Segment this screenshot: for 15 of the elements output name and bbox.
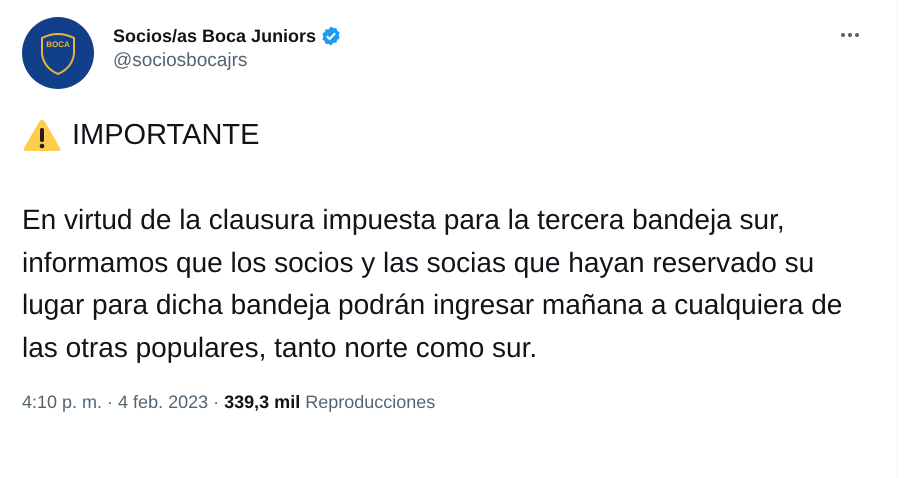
views-label: Reproducciones: [305, 391, 436, 414]
separator-dot: ·: [107, 391, 114, 414]
warning-icon: [22, 118, 62, 152]
views-count: 339,3 mil: [224, 391, 300, 414]
logo-text: BOCA: [46, 41, 70, 49]
separator-dot: ·: [213, 391, 220, 414]
more-options-icon[interactable]: [839, 31, 861, 39]
tweet-body: En virtud de la clausura impuesta para la tercera bandeja sur, informamos que los socios y las socias que hayan reservado su lugar para dicha bandeja podrán ingresar mañana a cualquiera de las otras populares, tanto norte como sur.: [21, 203, 844, 365]
author-name[interactable]: Socios/as Boca Juniors: [113, 24, 316, 48]
headline-text: IMPORTANTE: [72, 118, 260, 153]
tweet-time[interactable]: 4:10 p. m.: [22, 389, 102, 416]
avatar[interactable]: BOCA: [22, 17, 94, 89]
shield-icon: [38, 30, 78, 76]
author-handle[interactable]: @sociosbocajrs: [113, 48, 342, 74]
tweet-date[interactable]: 4 feb. 2023: [118, 389, 208, 416]
